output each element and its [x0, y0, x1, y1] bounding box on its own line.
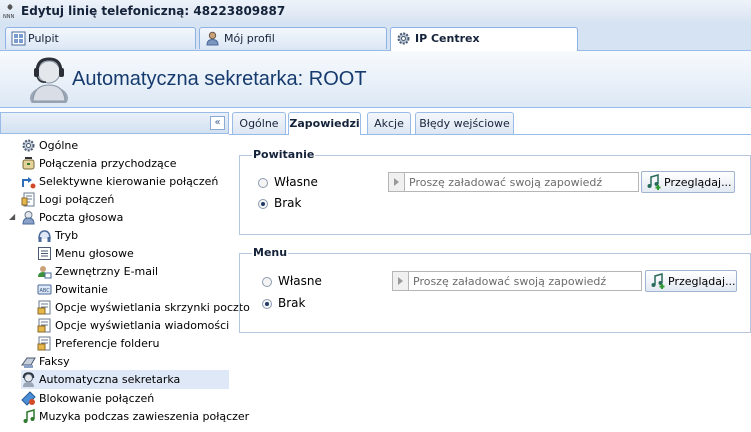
sidebar-item-label: Automatyczna sekretarka	[39, 373, 181, 386]
menu-none-radio[interactable]	[262, 299, 272, 309]
menu-fieldset: Menu Własne Brak Proszę załadować swoją …	[239, 246, 751, 333]
auto-attendant-icon	[22, 372, 35, 387]
menu-icon	[38, 247, 51, 260]
menu-file-input[interactable]: Proszę załadować swoją zapowiedź	[408, 271, 642, 291]
collapse-node-icon[interactable]: ◢	[9, 212, 15, 221]
voicemail-icon	[22, 211, 35, 225]
operator-headset-icon	[30, 57, 68, 103]
sidebar-item-greeting[interactable]: ABC Powitanie	[37, 281, 229, 298]
music-add-icon	[647, 174, 661, 190]
play-icon[interactable]	[392, 271, 408, 291]
tab-ogolne[interactable]: Ogólne	[232, 112, 286, 134]
tab-label: Mój profil	[224, 32, 275, 45]
tab-pulpit[interactable]: Pulpit	[5, 27, 196, 49]
sidebar-item-folder-prefs[interactable]: Preferencje folderu	[37, 335, 229, 352]
menu-none-label: Brak	[278, 296, 306, 310]
sidebar-item-message-options[interactable]: Opcje wyświetlania wiadomości	[37, 317, 229, 334]
sidebar-item-label: Blokowanie połączeń	[39, 392, 155, 405]
page-title: Automatyczna sekretarka: ROOT	[72, 68, 367, 90]
music-add-icon	[651, 273, 665, 289]
powitanie-file-input[interactable]: Proszę załadować swoją zapowiedź	[404, 172, 639, 192]
tab-my-profile[interactable]: Mój profil	[199, 27, 387, 49]
sidebar-item-tryb[interactable]: Tryb	[37, 227, 229, 244]
sidebar-item-label: Faksy	[39, 355, 70, 368]
content-tab-bar: Ogólne Zapowiedzi Akcje Błędy wejściowe	[229, 112, 751, 135]
sidebar-item-selective-routing[interactable]: Selektywne kierowanie połączeń	[21, 173, 229, 190]
sidebar-item-mailbox-options[interactable]: Opcje wyświetlania skrzynki poczto	[37, 299, 250, 316]
sidebar-item-label: Logi połączeń	[39, 193, 115, 206]
svg-text:ABC: ABC	[40, 288, 51, 294]
sidebar-item-voice-menu[interactable]: Menu głosowe	[37, 245, 229, 262]
menu-legend: Menu	[252, 246, 289, 259]
sidebar-item-label: Zewnętrzny E-mail	[55, 265, 159, 278]
sidebar-item-incoming-calls[interactable]: Połączenia przychodzące	[21, 155, 229, 172]
folder-prefs-icon	[37, 336, 51, 351]
tab-zapowiedzi[interactable]: Zapowiedzi	[288, 112, 361, 135]
sidebar-item-hold-music[interactable]: Muzyka podczas zawieszenia połączer	[21, 408, 249, 425]
gear-icon	[397, 32, 410, 45]
powitanie-none-label: Brak	[274, 196, 302, 210]
window-title: Edytuj linię telefoniczną: 48223809887	[21, 4, 286, 18]
menu-custom-label: Własne	[278, 274, 322, 288]
powitanie-browse-button[interactable]: Przeglądaj...	[641, 171, 735, 193]
dashboard-icon	[11, 31, 26, 46]
sidebar-item-voicemail[interactable]: Poczta głosowa	[21, 209, 229, 226]
mailbox-options-icon	[37, 300, 51, 315]
menu-browse-button[interactable]: Przeglądaj...	[645, 270, 737, 292]
email-icon	[38, 266, 52, 279]
music-icon	[23, 409, 35, 423]
collapse-sidebar-button[interactable]: «	[210, 116, 225, 130]
sidebar-item-auto-attendant[interactable]: Automatyczna sekretarka	[21, 370, 229, 389]
sidebar-item-label: Połączenia przychodzące	[39, 157, 177, 170]
incoming-calls-icon	[22, 157, 35, 170]
sidebar-item-label: Poczta głosowa	[39, 211, 124, 224]
sidebar-item-label: Opcje wyświetlania skrzynki poczto	[55, 301, 250, 314]
powitanie-fieldset: Powitanie Własne Brak Proszę załadować s…	[239, 148, 751, 235]
sidebar-item-external-email[interactable]: Zewnętrzny E-mail	[37, 263, 229, 280]
menu-custom-radio[interactable]	[262, 277, 272, 287]
browse-label: Przeglądaj...	[664, 176, 732, 189]
call-block-icon	[21, 391, 36, 406]
sidebar-item-label: Menu głosowe	[55, 247, 134, 260]
routing-icon	[22, 177, 36, 189]
sidebar-item-label: Preferencje folderu	[55, 337, 160, 350]
play-icon[interactable]	[388, 172, 404, 192]
sidebar-item-call-blocking[interactable]: Blokowanie połączeń	[21, 390, 229, 407]
user-profile-icon	[206, 31, 219, 46]
sidebar-item-fax[interactable]: Faksy	[21, 353, 229, 370]
page-header: Automatyczna sekretarka: ROOT	[0, 51, 751, 108]
sidebar-item-label: Muzyka podczas zawieszenia połączer	[39, 410, 250, 423]
fax-icon	[21, 357, 36, 368]
sidebar-item-label: Tryb	[55, 229, 79, 242]
mode-icon	[38, 230, 51, 242]
sidebar-item-call-logs[interactable]: Logi połączeń	[21, 191, 229, 208]
tab-label: IP Centrex	[415, 32, 480, 45]
tab-input-errors[interactable]: Błędy wejściowe	[415, 112, 514, 134]
sidebar-header: «	[0, 112, 229, 134]
tab-ip-centrex[interactable]: IP Centrex	[390, 27, 578, 51]
sidebar-item-label: Powitanie	[55, 283, 108, 296]
browse-label: Przeglądaj...	[668, 275, 736, 288]
sidebar-item-label: Opcje wyświetlania wiadomości	[55, 319, 230, 332]
sidebar-item-label: Ogólne	[39, 139, 79, 152]
powitanie-legend: Powitanie	[252, 148, 316, 161]
powitanie-custom-label: Własne	[274, 175, 318, 189]
message-options-icon	[37, 318, 51, 333]
powitanie-none-radio[interactable]	[258, 199, 268, 209]
nnn-logo-icon: NNN	[3, 4, 14, 19]
tab-label: Pulpit	[28, 32, 59, 45]
sidebar-item-label: Selektywne kierowanie połączeń	[39, 175, 219, 188]
window-titlebar: NNN Edytuj linię telefoniczną: 482238098…	[0, 0, 751, 23]
svg-text:NNN: NNN	[3, 14, 14, 19]
gear-icon	[22, 139, 35, 152]
sidebar-item-ogolne[interactable]: Ogólne	[21, 137, 229, 154]
greeting-icon: ABC	[37, 284, 52, 295]
tab-akcje[interactable]: Akcje	[367, 112, 411, 134]
top-tab-bar: Pulpit Mój profil IP Centrex	[0, 22, 751, 51]
powitanie-custom-radio[interactable]	[258, 178, 268, 188]
log-icon	[21, 192, 35, 207]
